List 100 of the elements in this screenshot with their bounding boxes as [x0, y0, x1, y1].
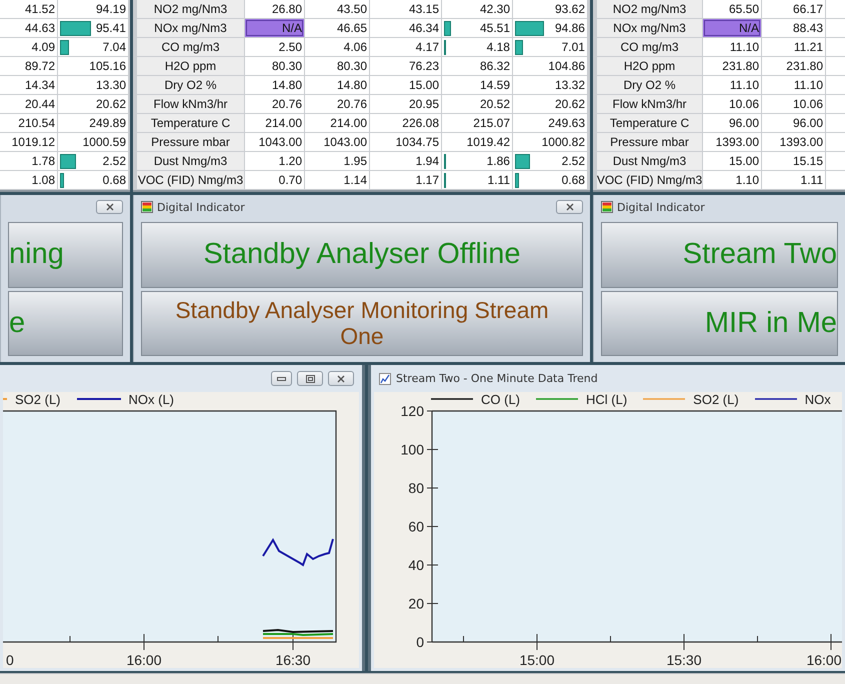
axis-tick-label: 100 [400, 442, 424, 458]
table-cell: 14.59 [442, 76, 512, 94]
table-cell: 215.07 [442, 114, 512, 132]
row-label: NOx mg/Nm3 [597, 19, 702, 37]
table-cell: 43.15 [370, 0, 441, 18]
table-cell: 96.00 [762, 114, 825, 132]
table-cell: 14.80 [305, 76, 369, 94]
table-cell: 1.10 [703, 171, 761, 189]
table-cell: 14.34 [0, 76, 57, 94]
axis-tick-label: 0 [416, 634, 424, 650]
table-cell: 1043.00 [305, 133, 369, 151]
row-label: Flow kNm3/hr [137, 95, 244, 113]
table-cell: 1.86 [442, 152, 512, 170]
table-cell: 214.00 [305, 114, 369, 132]
table-cell: 4.17 [370, 38, 441, 56]
row-label: Flow kNm3/hr [597, 95, 702, 113]
minimize-button[interactable] [271, 371, 292, 386]
table-cell: 1019.12 [0, 133, 57, 151]
table-cell: 1.14 [305, 171, 369, 189]
row-label: Temperature C [137, 114, 244, 132]
table-cell: 104.86 [513, 57, 587, 75]
table-cell: 94.19 [58, 0, 128, 18]
table-cell: 80.30 [245, 57, 304, 75]
close-button[interactable] [328, 371, 354, 386]
table-cell: 231.80 [762, 57, 825, 75]
status-tile: Standby Analyser Offline [141, 222, 583, 288]
axis-tick-label: 16:30 [275, 652, 311, 668]
table-cell: 11.10 [762, 76, 825, 94]
table-cell [826, 152, 845, 170]
legend-label: HCl (L) [586, 392, 628, 406]
status-tile: e [8, 290, 123, 356]
table-cell: 15.15 [762, 152, 825, 170]
row-label: H2O ppm [137, 57, 244, 75]
close-button[interactable] [96, 200, 123, 214]
maximize-icon [306, 374, 314, 382]
table-cell: 46.34 [370, 19, 441, 37]
table-cell: 96.00 [703, 114, 761, 132]
maximize-button[interactable] [297, 371, 323, 386]
table-cell [826, 57, 845, 75]
table-cell: 1.11 [442, 171, 512, 189]
axis-tick-label: 15:00 [519, 652, 555, 668]
axis-tick-label: 16:00 [806, 652, 842, 668]
axis-tick-label: 16:00 [126, 652, 162, 668]
table-cell: 1.94 [370, 152, 441, 170]
status-tile: MIR in Me [601, 290, 838, 356]
table-cell: 88.43 [762, 19, 825, 37]
table-cell: 1043.00 [245, 133, 304, 151]
table-cell: 20.44 [0, 95, 57, 113]
indicator-icon [601, 201, 613, 213]
table-cell: 4.09 [0, 38, 57, 56]
row-label: Temperature C [597, 114, 702, 132]
trend-line [262, 538, 334, 567]
table-cell: 41.52 [0, 0, 57, 18]
legend-label: SO2 (L) [693, 392, 739, 406]
table-cell: 20.76 [305, 95, 369, 113]
legend-label: SO2 (L) [15, 392, 61, 406]
table-cell: 15.00 [703, 152, 761, 170]
table-cell: 66.17 [762, 0, 825, 18]
legend-label: CO (L) [481, 392, 520, 406]
table-cell: 13.30 [58, 76, 128, 94]
legend-label: NOx (L) [128, 392, 174, 406]
table-cell: 0.68 [513, 171, 587, 189]
axis-tick-label: 20 [408, 596, 424, 612]
table-cell: 94.86 [513, 19, 587, 37]
close-button[interactable] [556, 200, 583, 214]
row-label: CO mg/m3 [597, 38, 702, 56]
window-title: Digital Indicator [157, 200, 245, 214]
row-label: VOC (FID) Nmg/m3 [137, 171, 244, 189]
row-label: NO2 mg/Nm3 [137, 0, 244, 18]
table-cell: 89.72 [0, 57, 57, 75]
table-cell: N/A [245, 19, 304, 37]
close-icon [106, 203, 114, 211]
table-cell: 20.95 [370, 95, 441, 113]
table-cell: 43.50 [305, 0, 369, 18]
table-cell: 80.30 [305, 57, 369, 75]
table-cell: 7.01 [513, 38, 587, 56]
axis-tick-label: 40 [408, 557, 424, 573]
table-cell: 45.51 [442, 19, 512, 37]
axis-tick-label: 60 [408, 518, 424, 534]
table-cell: 20.62 [58, 95, 128, 113]
table-cell [826, 171, 845, 189]
row-label: H2O ppm [597, 57, 702, 75]
table-cell: 10.06 [703, 95, 761, 113]
axis-tick-label: 80 [408, 480, 424, 496]
table-cell: 4.18 [442, 38, 512, 56]
table-cell: 2.52 [513, 152, 587, 170]
table-cell: 1000.82 [513, 133, 587, 151]
row-label: Dry O2 % [597, 76, 702, 94]
row-label: Pressure mbar [137, 133, 244, 151]
indicator-icon [141, 201, 153, 213]
table-cell: 7.04 [58, 38, 128, 56]
table-cell: 11.10 [703, 76, 761, 94]
table-cell [826, 0, 845, 18]
table-cell [826, 76, 845, 94]
table-cell: 1.20 [245, 152, 304, 170]
table-cell: 1.11 [762, 171, 825, 189]
table-cell: 76.23 [370, 57, 441, 75]
chart-icon [379, 372, 391, 384]
row-label: NO2 mg/Nm3 [597, 0, 702, 18]
table-cell: 2.52 [58, 152, 128, 170]
